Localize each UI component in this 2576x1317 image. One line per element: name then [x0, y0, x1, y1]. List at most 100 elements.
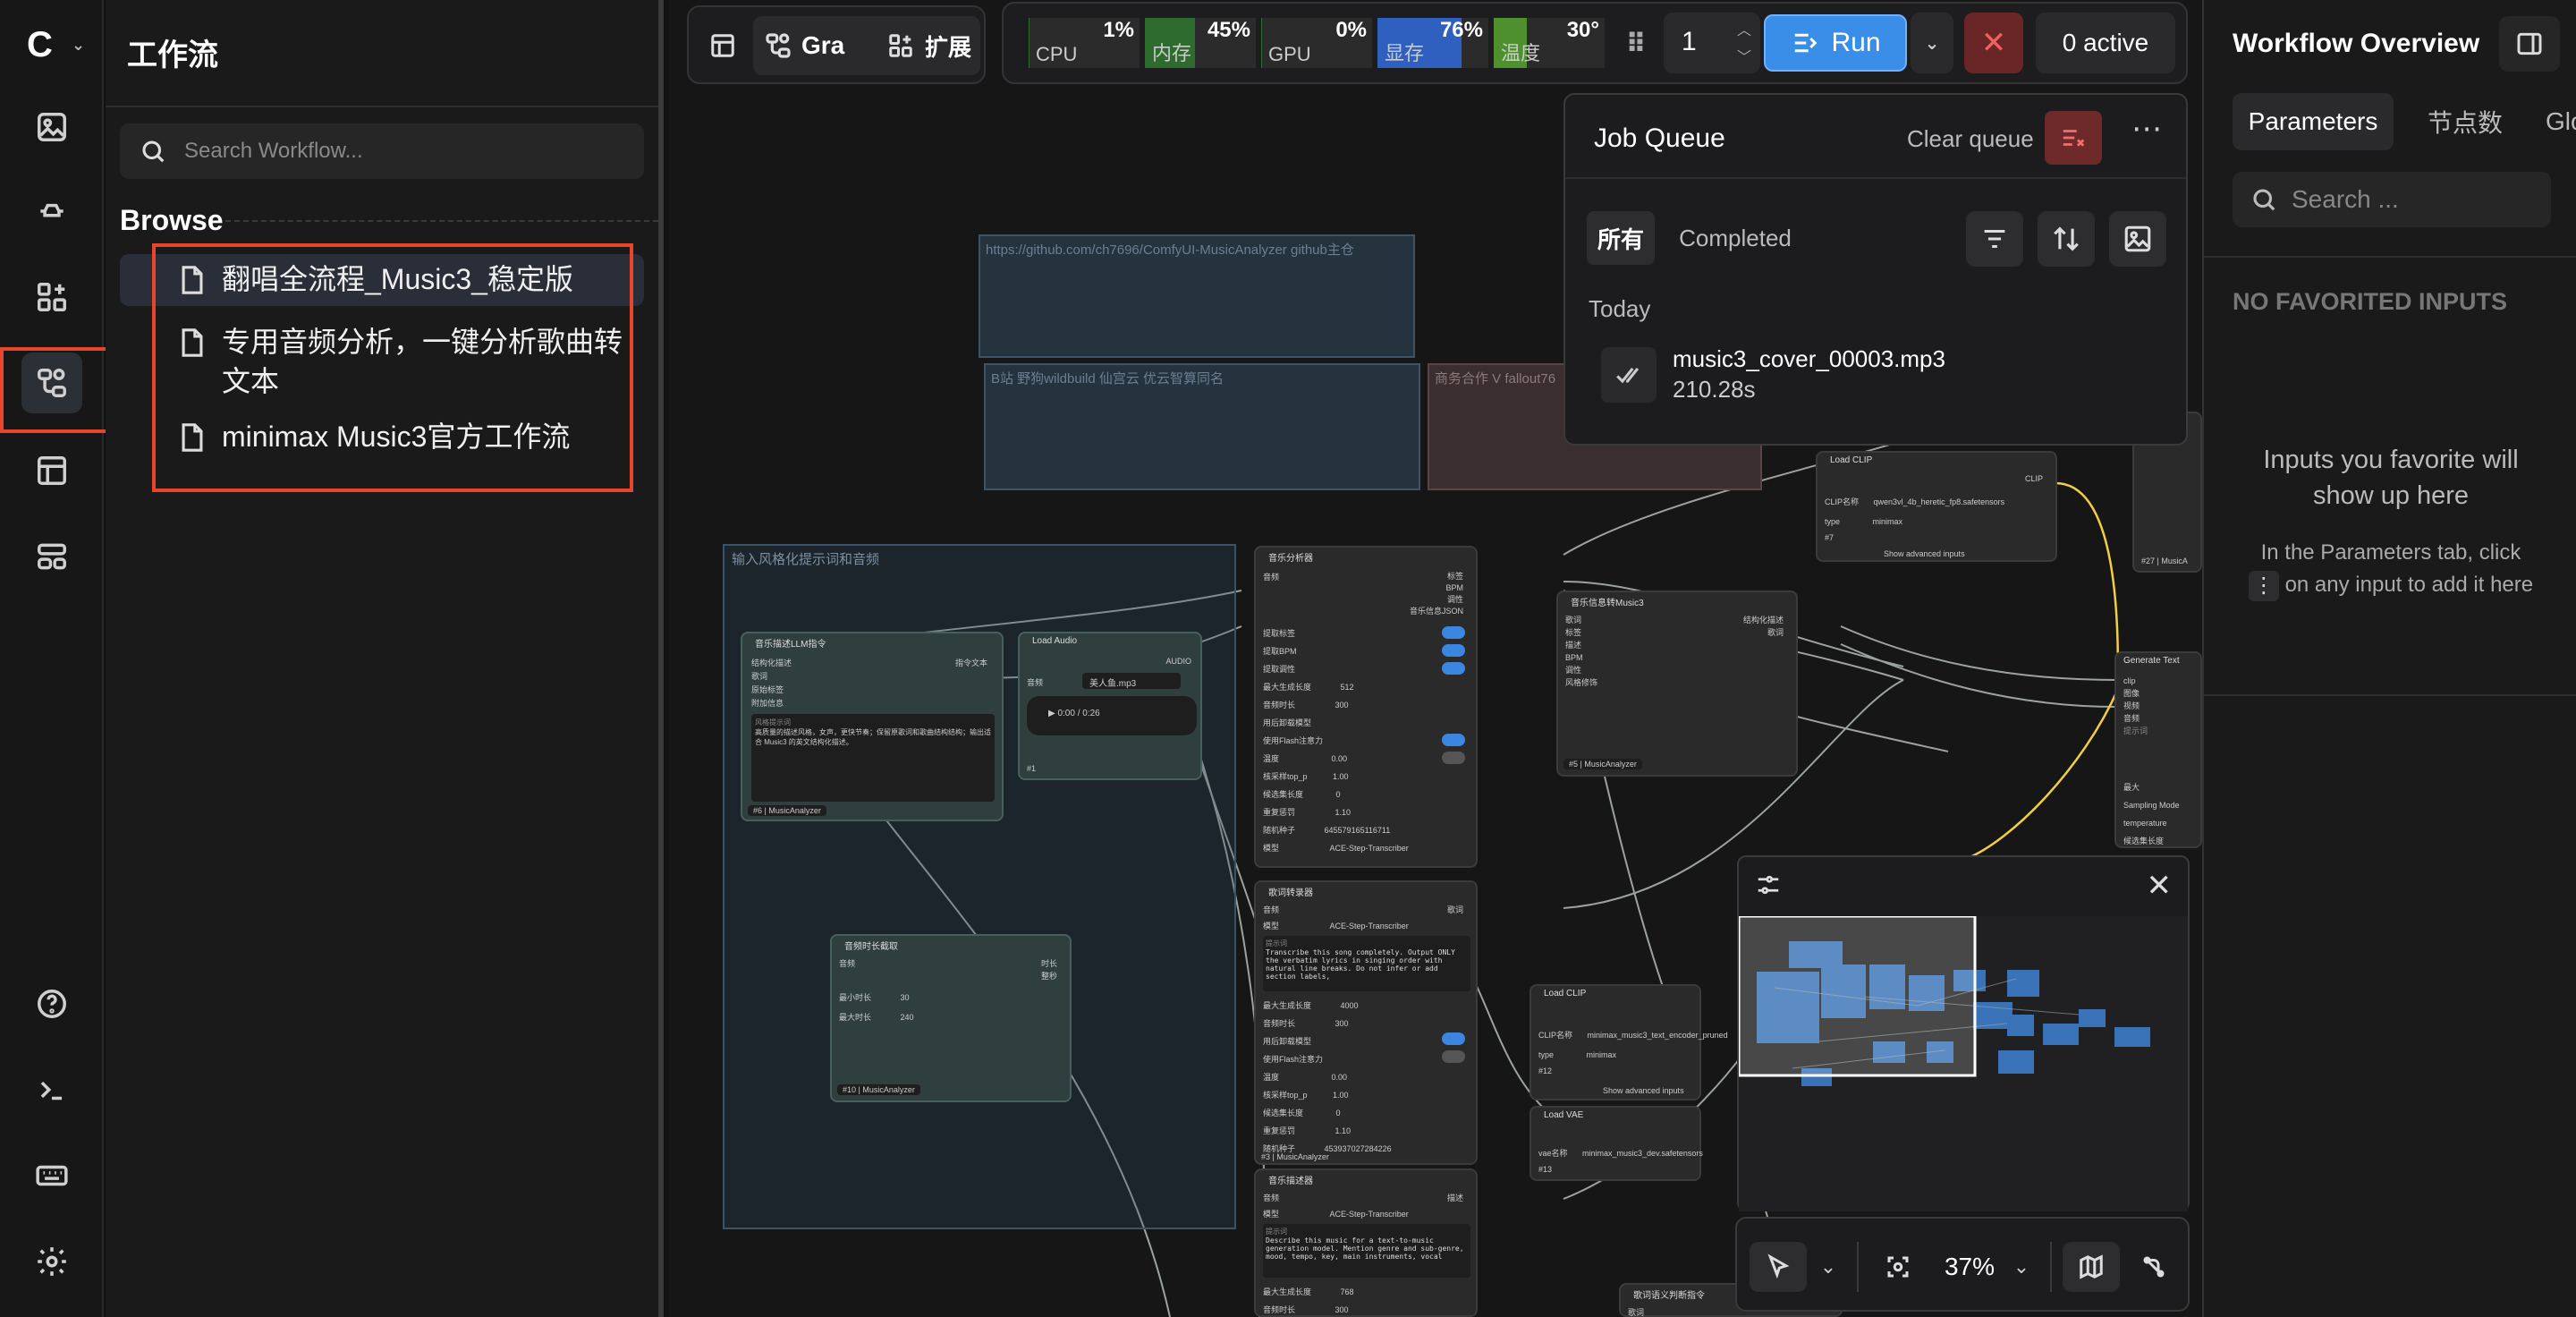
info-to-music3-node[interactable]: 音乐信息转Music3 歌词 标签 描述 BPM 调性 风格修饰 结构化描述 歌… [1556, 591, 1798, 777]
link-visibility-icon[interactable] [2127, 1242, 2181, 1292]
toggle-flash-attention[interactable] [1442, 752, 1465, 764]
parameter-search-input[interactable] [2292, 185, 2542, 214]
app-logo[interactable]: C ⌄ [27, 25, 89, 64]
map-toggle-icon[interactable] [2063, 1242, 2120, 1292]
sort-icon[interactable] [2038, 211, 2095, 267]
gallery-icon[interactable] [2109, 211, 2166, 267]
load-audio-node[interactable]: Load Audio AUDIO 音频 美人鱼.mp3 ▶ 0:00 / 0:2… [1018, 632, 1202, 780]
layout-icon[interactable] [21, 526, 82, 587]
job-name[interactable]: music3_cover_00003.mp3 [1673, 345, 1945, 373]
interrupt-close-icon[interactable]: ✕ [1964, 13, 2023, 73]
load-vae-node[interactable]: Load VAE vae名称 minimax_music3_dev.safete… [1530, 1106, 1703, 1181]
job-queue-panel: Job Queue Clear queue ⋯ 所有 Completed Tod… [1563, 93, 2188, 446]
batch-count-stepper[interactable]: 1 ︿ ﹀ [1664, 13, 1760, 73]
canvas-toolbar-left: Gra 扩展 [687, 5, 986, 84]
divider [2204, 694, 2576, 696]
music-analyzer-node[interactable]: 音乐分析器 音频 标签 BPM 调性 音乐信息JSON 提取标签 提取BPM 提… [1254, 546, 1478, 868]
toggle-extract-tags[interactable] [1442, 626, 1465, 639]
search-icon [142, 140, 165, 163]
music-descriptor-node[interactable]: 音乐描述器 音频 描述 模型 ACE-Step-Transcriber 提示词 … [1254, 1168, 1478, 1317]
job-queue-header: Job Queue Clear queue ⋯ [1565, 95, 2186, 179]
clear-queue-button[interactable] [2045, 111, 2102, 165]
toggle-extract-bpm[interactable] [1442, 644, 1465, 657]
show-advanced-link[interactable]: Show advanced inputs [1884, 549, 1965, 558]
clear-queue-label: Clear queue [1907, 125, 2034, 152]
toggle-extract-key[interactable] [1442, 662, 1465, 675]
active-queue-button[interactable]: 0 active [2036, 13, 2175, 73]
generate-text-node[interactable]: Generate Text clip 图像 视频 音频 提示词 最大 Sampl… [2114, 651, 2202, 848]
audio-file-select[interactable]: 美人鱼.mp3 [1082, 673, 1181, 689]
run-button[interactable]: Run [1764, 14, 1907, 72]
chevron-down-icon[interactable]: ﹀ [1737, 45, 1751, 66]
chevron-down-icon[interactable]: ⌄ [2005, 1242, 2038, 1292]
note-node[interactable]: https://github.com/ch7696/ComfyUI-MusicA… [979, 234, 1415, 358]
tab-global[interactable]: Glo [2546, 93, 2576, 150]
minimap[interactable]: ✕ [1737, 855, 2190, 1211]
resource-stat-value: 45% [1207, 18, 1250, 42]
toggle-unload-model[interactable] [1442, 734, 1465, 746]
run-options-chevron-icon[interactable]: ⌄ [1911, 13, 1953, 73]
minimap-viewport[interactable] [1737, 914, 2188, 1211]
tab-node-count[interactable]: 节点数 [2428, 93, 2503, 150]
show-advanced-link[interactable]: Show advanced inputs [1603, 1086, 1684, 1095]
zoom-level[interactable]: 37% [1934, 1242, 2005, 1292]
keyboard-icon[interactable] [21, 1145, 82, 1206]
chevron-up-icon[interactable]: ︿ [1737, 18, 1751, 39]
tab-completed[interactable]: Completed [1673, 211, 1798, 265]
job-thumbnail[interactable] [1601, 347, 1657, 403]
tab-parameters[interactable]: Parameters [2233, 93, 2394, 150]
resource-stat-label: 温度 [1501, 42, 1541, 64]
parameter-search[interactable] [2233, 172, 2551, 227]
settings-icon[interactable] [21, 1231, 82, 1292]
images-icon[interactable] [21, 97, 82, 157]
panel-toggle-icon[interactable] [696, 20, 750, 72]
models-icon[interactable] [21, 181, 82, 242]
resource-stat-fill [1029, 18, 1030, 68]
highlight-box-workflows [152, 243, 633, 492]
drag-handle-icon[interactable]: ⠿ [1623, 21, 1649, 66]
chevron-down-icon[interactable]: ⌄ [1812, 1242, 1844, 1292]
divider [2204, 256, 2576, 258]
panel-toggle-icon[interactable] [2499, 16, 2560, 72]
check-double-icon [1616, 367, 1640, 384]
audio-player[interactable]: ▶ 0:00 / 0:26 [1027, 696, 1197, 735]
toggle-flash-attention[interactable] [1442, 1050, 1465, 1063]
workflow-sidebar: 工作流 Browse 翻唱全流程_Music3_稳定版 专用音频分析，一键分析歌… [106, 0, 664, 1317]
today-label: Today [1589, 295, 1651, 322]
filter-icon[interactable] [1966, 211, 2023, 267]
prompt-textarea[interactable]: 提示词 Transcribe this song completely. Out… [1263, 936, 1470, 991]
help-icon[interactable] [21, 973, 82, 1034]
tab-all[interactable]: 所有 [1587, 211, 1655, 265]
toggle-unload-model[interactable] [1442, 1032, 1465, 1045]
workflow-icon [766, 33, 791, 58]
minimap-settings-icon[interactable] [1755, 871, 1782, 903]
favorites-hint: Inputs you favorite will show up here [2263, 446, 2519, 510]
prompt-textarea[interactable]: 风格提示词 高质量的描述风格，女声，更快节奏；保留原歌词和歌曲结构结构；输出适合… [751, 714, 995, 802]
graph-button[interactable]: Gra [764, 20, 844, 72]
llm-prompt-node[interactable]: 音乐描述LLM指令 指令文本 结构化描述 歌词 原始标签 附加信息 风格提示词 … [741, 632, 1004, 821]
nodes-icon[interactable] [21, 267, 82, 327]
resource-stat-value: 0% [1335, 18, 1367, 42]
workflow-search[interactable] [120, 123, 644, 179]
load-clip-node[interactable]: Load CLIP CLIP CLIP名称 qwen3vl_4b_heretic… [1816, 451, 2057, 562]
no-favorites-heading: NO FAVORITED INPUTS [2233, 288, 2508, 315]
workflow-overview-panel: Workflow Overview Parameters 节点数 Glo NO … [2202, 0, 2576, 1317]
note-node[interactable]: B站 野狗wildbuild 仙宫云 优云智算同名 [984, 363, 1420, 490]
load-clip-node[interactable]: Load CLIP CLIP名称 minimax_music3_text_enc… [1530, 984, 1728, 1100]
sidebar-title: 工作流 [127, 38, 218, 72]
select-tool-icon[interactable] [1750, 1242, 1807, 1292]
fit-view-icon[interactable] [1871, 1242, 1925, 1292]
templates-icon[interactable] [21, 440, 82, 501]
minimap-close-icon[interactable]: ✕ [2147, 868, 2173, 904]
prompt-textarea[interactable]: 提示词 Describe this music for a text-to-mu… [1263, 1224, 1470, 1278]
resource-stat-label: 显存 [1385, 42, 1425, 64]
extensions-button[interactable]: 扩展 [887, 20, 971, 72]
terminal-icon[interactable] [21, 1059, 82, 1120]
divider [106, 106, 658, 107]
lyrics-transcriber-node[interactable]: 歌词转录器 音频 歌词 模型 ACE-Step-Transcriber 提示词 … [1254, 880, 1478, 1165]
icon-rail: C ⌄ [0, 0, 104, 1317]
workflow-search-input[interactable] [184, 139, 631, 164]
audio-duration-node[interactable]: 音频时长截取 音频 时长 整秒 最小时长 30 最大时长 240 #10 | M… [830, 934, 1072, 1102]
more-options-icon[interactable]: ⋯ [2120, 111, 2174, 147]
node-canvas[interactable]: Gra 扩展 CPU 1% 内存 45% GPU 0% 显存 76% 温度 30° ⠿ 1 ︿ ﹀… [669, 0, 2202, 1317]
